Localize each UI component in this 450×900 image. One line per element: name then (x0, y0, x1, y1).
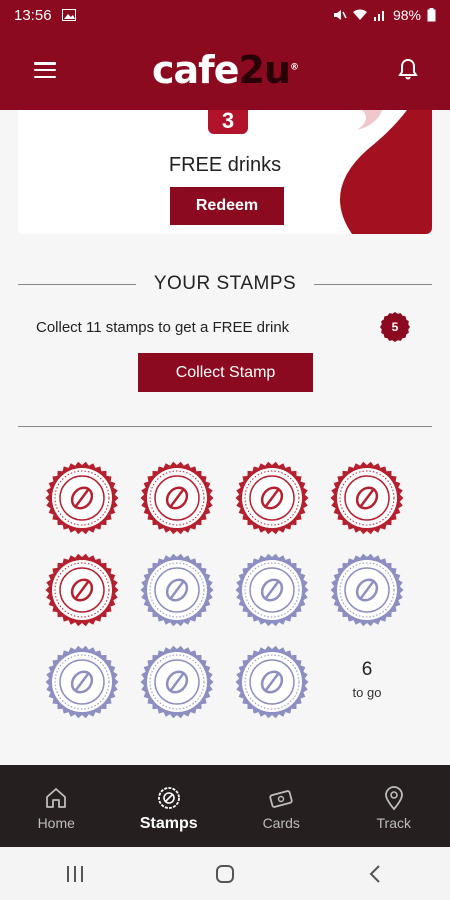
tab-label: Stamps (139, 815, 198, 832)
stamp-empty (330, 553, 404, 627)
free-drinks-count: 3 (208, 110, 248, 134)
bell-icon[interactable] (398, 58, 418, 80)
system-nav-bar (0, 847, 450, 900)
stamp-empty (235, 553, 309, 627)
app-header: cafe2u® (0, 30, 450, 110)
stamp-empty (140, 553, 214, 627)
redeem-button[interactable]: Redeem (170, 187, 284, 225)
image-icon (61, 9, 76, 21)
free-drinks-title: FREE drinks (168, 154, 282, 176)
your-stamps-title: YOUR STAMPS (153, 273, 297, 294)
your-stamps-header: YOUR STAMPS (18, 272, 433, 296)
wifi-icon (352, 9, 367, 20)
home-nav-button[interactable] (205, 854, 245, 894)
stamp-collected (45, 553, 119, 627)
collect-instructions: Collect 11 stamps to get a FREE drink (36, 318, 290, 336)
cafe2u-logo: cafe2u® (152, 48, 299, 92)
stamps-to-go: 6 to go (330, 645, 404, 719)
stamp-collected (235, 461, 309, 535)
stamp-icon (157, 787, 180, 809)
bottom-tab-bar: Home Stamps Cards Track (0, 765, 450, 847)
battery-level: 98% (392, 7, 421, 23)
tab-home[interactable]: Home (0, 765, 113, 847)
stamp-count-value: 5 (391, 320, 399, 334)
status-time: 13:56 (14, 6, 52, 24)
location-pin-icon (384, 786, 403, 811)
divider-line (18, 283, 136, 285)
tab-cards[interactable]: Cards (225, 765, 338, 847)
back-chevron-icon (369, 864, 380, 883)
content-area: 3 FREE drinks Redeem YOUR STAMPS Collect… (0, 110, 450, 765)
collect-stamp-button[interactable]: Collect Stamp (138, 353, 313, 392)
menu-icon[interactable] (34, 62, 56, 78)
stamp-collected (330, 461, 404, 535)
home-circle-icon (216, 864, 234, 883)
stamp-collected (45, 461, 119, 535)
to-go-count: 6 (361, 659, 373, 680)
mute-icon (333, 10, 347, 20)
tab-track[interactable]: Track (338, 765, 450, 847)
stamp-grid: 6 to go (45, 461, 410, 741)
section-divider (18, 426, 432, 427)
recent-apps-button[interactable] (55, 854, 95, 894)
home-icon (46, 788, 67, 808)
card-icon (269, 790, 293, 808)
back-button[interactable] (355, 854, 395, 894)
divider-line (314, 283, 433, 285)
tab-label: Home (37, 815, 75, 831)
stamp-count-badge: 5 (380, 312, 410, 342)
stamp-empty (235, 645, 309, 719)
tab-stamps[interactable]: Stamps (113, 765, 226, 847)
battery-icon (427, 8, 436, 22)
status-bar: 13:56 98% (0, 0, 450, 30)
stamp-collected (140, 461, 214, 535)
tab-label: Track (376, 815, 411, 831)
collect-info-row: Collect 11 stamps to get a FREE drink 5 (36, 312, 416, 342)
free-drinks-card: 3 FREE drinks Redeem (18, 110, 432, 234)
recent-apps-icon (67, 865, 83, 882)
to-go-label: to go (352, 685, 382, 700)
stamp-empty (140, 645, 214, 719)
stamp-empty (45, 645, 119, 719)
tab-label: Cards (262, 815, 300, 831)
signal-icon (373, 11, 384, 21)
